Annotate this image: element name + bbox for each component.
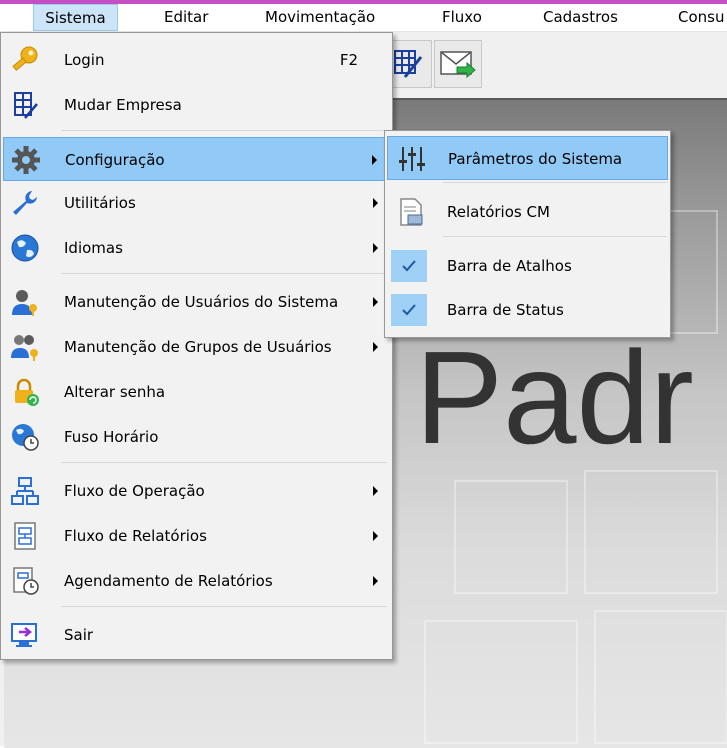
menu-item-fluxo-relatorios[interactable]: Fluxo de Relatórios bbox=[3, 514, 390, 558]
configuracao-submenu: Parâmetros do Sistema Relatórios CM Barr… bbox=[384, 130, 671, 338]
key-icon bbox=[9, 44, 41, 76]
menu-item-utilitarios[interactable]: Utilitários bbox=[3, 181, 390, 225]
menu-separator bbox=[61, 130, 387, 131]
menu-separator bbox=[61, 273, 387, 274]
user-icon bbox=[9, 286, 41, 318]
toolbar-email-button[interactable] bbox=[434, 40, 482, 88]
menu-consultas[interactable]: Consu bbox=[678, 4, 724, 31]
globe-icon bbox=[9, 232, 41, 264]
menu-item-alterar-senha[interactable]: Alterar senha bbox=[3, 370, 390, 414]
menu-movimentacao[interactable]: Movimentação bbox=[265, 4, 375, 31]
report-schedule-icon bbox=[9, 565, 41, 597]
flowchart-icon bbox=[9, 475, 41, 507]
menu-item-fluxo-operacao[interactable]: Fluxo de Operação bbox=[3, 469, 390, 513]
menu-fluxo[interactable]: Fluxo bbox=[442, 4, 482, 31]
submenu-arrow-icon bbox=[373, 297, 378, 307]
menu-item-mudar-empresa[interactable]: Mudar Empresa bbox=[3, 83, 390, 127]
globe-clock-icon bbox=[9, 421, 41, 453]
edit-grid-icon bbox=[394, 50, 423, 78]
gear-icon bbox=[10, 144, 42, 176]
lock-icon bbox=[9, 376, 41, 408]
checkmark-icon bbox=[391, 250, 427, 282]
sistema-dropdown-menu: Login F2 Mudar Empresa Configuração Util… bbox=[0, 32, 393, 660]
exit-icon bbox=[9, 619, 41, 651]
report-icon bbox=[395, 196, 427, 228]
menu-separator bbox=[61, 606, 387, 607]
submenu-item-barra-atalhos[interactable]: Barra de Atalhos bbox=[387, 244, 668, 288]
email-send-icon bbox=[440, 51, 476, 79]
user-group-icon bbox=[9, 331, 41, 363]
submenu-separator bbox=[443, 236, 667, 237]
menu-item-fuso-horario[interactable]: Fuso Horário bbox=[3, 415, 390, 459]
menu-cadastros[interactable]: Cadastros bbox=[543, 4, 618, 31]
submenu-item-parametros[interactable]: Parâmetros do Sistema bbox=[387, 136, 668, 180]
submenu-separator bbox=[443, 182, 667, 183]
submenu-arrow-icon bbox=[373, 486, 378, 496]
menu-item-sair[interactable]: Sair bbox=[3, 613, 390, 657]
submenu-arrow-icon bbox=[373, 576, 378, 586]
menu-item-idiomas[interactable]: Idiomas bbox=[3, 226, 390, 270]
menu-item-manutencao-usuarios[interactable]: Manutenção de Usuários do Sistema bbox=[3, 280, 390, 324]
menu-bar: Sistema Editar Movimentação Fluxo Cadast… bbox=[0, 4, 727, 32]
report-flow-icon bbox=[9, 520, 41, 552]
submenu-arrow-icon bbox=[373, 342, 378, 352]
submenu-arrow-icon bbox=[373, 198, 378, 208]
checkmark-icon bbox=[391, 294, 427, 326]
building-icon bbox=[9, 89, 41, 121]
submenu-item-barra-status[interactable]: Barra de Status bbox=[387, 288, 668, 332]
submenu-arrow-icon bbox=[373, 243, 378, 253]
menu-item-login[interactable]: Login F2 bbox=[3, 38, 390, 82]
background-title: Padr bbox=[415, 324, 694, 471]
menu-item-configuracao[interactable]: Configuração bbox=[3, 137, 390, 181]
menu-separator bbox=[61, 462, 387, 463]
menu-sistema[interactable]: Sistema bbox=[33, 4, 118, 31]
submenu-arrow-icon bbox=[373, 531, 378, 541]
menu-item-agendamento-relatorios[interactable]: Agendamento de Relatórios bbox=[3, 559, 390, 603]
submenu-item-relatorios-cm[interactable]: Relatórios CM bbox=[387, 190, 668, 234]
menu-item-manutencao-grupos[interactable]: Manutenção de Grupos de Usuários bbox=[3, 325, 390, 369]
menu-editar[interactable]: Editar bbox=[164, 4, 208, 31]
submenu-arrow-icon bbox=[372, 155, 377, 165]
sliders-icon bbox=[396, 143, 428, 175]
wrench-icon bbox=[9, 187, 41, 219]
